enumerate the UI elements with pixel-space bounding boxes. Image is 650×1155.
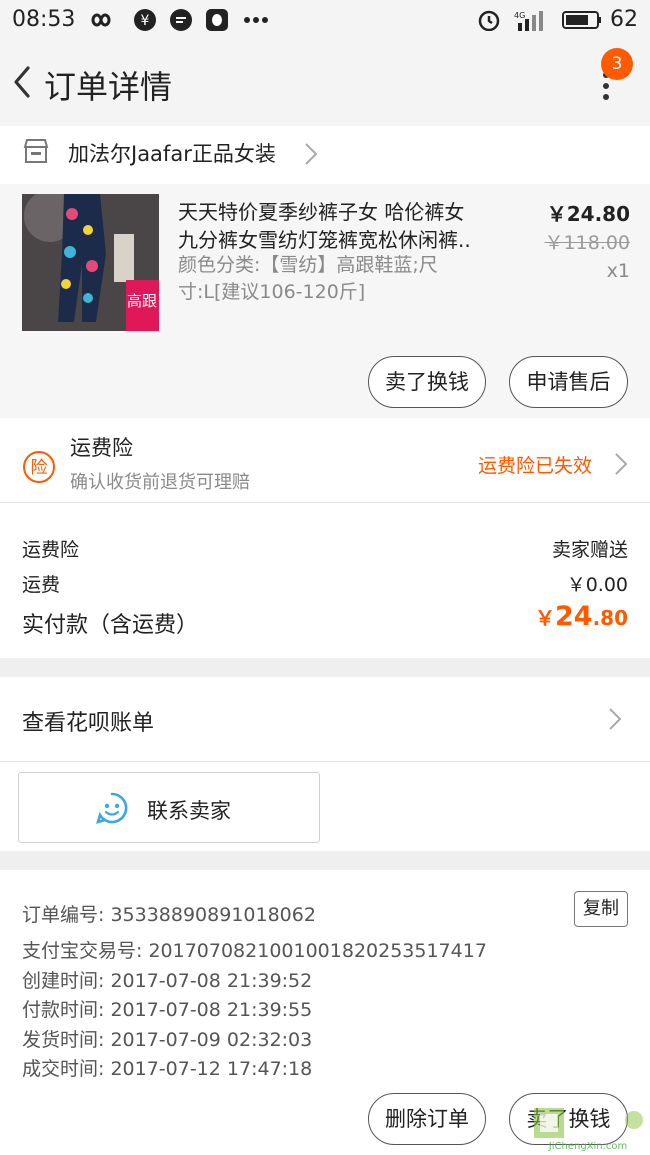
page-title: 订单详情 <box>44 68 173 106</box>
insurance-title: 运费险 <box>70 436 133 460</box>
chevron-right-icon <box>609 708 622 730</box>
status-time: 08:53 <box>12 7 76 32</box>
yuan-notify-icon: ¥ <box>134 9 156 31</box>
product-price: ￥24.80 <box>546 202 630 226</box>
status-bar: 08:53 ¥ 4G 62 <box>0 0 650 40</box>
product-title[interactable]: 天天特价夏季纱裤子女 哈伦裤女 九分裤女雪纺灯笼裤宽松休闲裤.. <box>178 198 498 254</box>
back-arrow-icon[interactable] <box>8 62 38 102</box>
site-watermark-logo: JiChengXin.com <box>534 1108 643 1152</box>
product-original-price: ￥118.00 <box>544 232 630 254</box>
product-sku: 颜色分类:【雪纺】高跟鞋蓝;尺 寸:L[建议106-120斤] <box>178 252 478 306</box>
total-value: ￥24.80 <box>535 601 628 632</box>
shipped-time: 发货时间: 2017-07-09 02:32:03 <box>22 1029 313 1051</box>
fee-insurance-value: 卖家赠送 <box>551 539 628 561</box>
insurance-icon-char: 险 <box>31 458 48 478</box>
fee-insurance-label: 运费险 <box>22 539 80 561</box>
total-label: 实付款（含运费） <box>22 613 199 638</box>
thumb-text: 高跟 <box>127 292 157 310</box>
product-image: 高跟 <box>22 194 159 331</box>
chat-face-icon <box>96 792 128 824</box>
shop-row[interactable]: 加法尔Jaafar正品女装 <box>0 126 650 184</box>
svg-text:4G: 4G <box>514 11 525 20</box>
header: 订单详情 <box>0 40 650 126</box>
total-currency: ￥ <box>534 606 555 630</box>
message-notify-icon <box>170 9 192 31</box>
battery-level: 62 <box>610 7 638 32</box>
product-title-line2: 九分裤女雪纺灯笼裤宽松休闲裤.. <box>178 228 471 252</box>
shop-name[interactable]: 加法尔Jaafar正品女装 <box>68 138 276 168</box>
sell-for-cash-button[interactable]: 卖了换钱 <box>368 356 486 408</box>
copy-button[interactable]: 复制 <box>574 891 628 927</box>
product-quantity: x1 <box>606 260 630 282</box>
alarm-icon <box>478 10 500 31</box>
contact-seller-label: 联系卖家 <box>147 799 231 823</box>
total-dec: .80 <box>592 606 628 630</box>
contact-seller-button[interactable]: 联系卖家 <box>18 772 320 843</box>
more-notify-icon <box>244 17 268 23</box>
chevron-right-icon <box>615 453 628 475</box>
contact-area: 联系卖家 <box>0 761 650 851</box>
alipay-trade-number: 支付宝交易号: 2017070821001001820253517417 <box>22 940 487 962</box>
order-info: 订单编号: 3533889089101​8062 复制 支付宝交易号: 2017… <box>0 870 650 1080</box>
fee-summary: 运费险 卖家赠送 运费 ￥0.00 实付款（含运费） ￥24.80 <box>0 502 650 658</box>
huabei-bill-row[interactable]: 查看花呗账单 <box>0 677 650 761</box>
created-time: 创建时间: 2017-07-08 21:39:52 <box>22 970 313 992</box>
fee-shipping-label: 运费 <box>22 574 61 596</box>
battery-icon <box>562 11 601 29</box>
order-number: 订单编号: 3533889089101​8062 <box>22 904 316 926</box>
infinity-icon <box>91 13 111 27</box>
product-sku-line1: 颜色分类:【雪纺】高跟鞋蓝;尺 <box>178 254 438 276</box>
product-sku-line2: 寸:L[建议106-120斤] <box>178 281 366 303</box>
qq-notify-icon <box>206 9 228 31</box>
product-item[interactable]: 高跟 天天特价夏季纱裤子女 哈伦裤女 九分裤女雪纺灯笼裤宽松休闲裤.. 颜色分类… <box>0 184 650 418</box>
delete-order-button[interactable]: 删除订单 <box>368 1093 486 1145</box>
notification-badge: 3 <box>601 48 633 80</box>
chevron-right-icon <box>305 143 318 165</box>
watermark-text: JiChengXin.com <box>548 1141 627 1152</box>
product-title-line1: 天天特价夏季纱裤子女 哈伦裤女 <box>178 200 465 224</box>
paid-time: 付款时间: 2017-07-08 21:39:55 <box>22 999 313 1021</box>
completed-time: 成交时间: 2017-07-12 17:47:18 <box>22 1058 313 1080</box>
insurance-desc: 确认收货前退货可理赔 <box>70 472 250 493</box>
shop-icon <box>23 139 49 163</box>
huabei-label[interactable]: 查看花呗账单 <box>22 705 154 737</box>
total-int: 24 <box>554 601 593 632</box>
shipping-insurance-row[interactable]: 险 运费险 确认收货前退货可理赔 运费险已失效 <box>0 418 650 502</box>
product-thumbnail[interactable]: 高跟 <box>22 194 159 331</box>
fee-shipping-value: ￥0.00 <box>566 574 628 596</box>
after-sale-button[interactable]: 申请售后 <box>509 356 628 408</box>
insurance-icon: 险 <box>23 451 55 483</box>
insurance-status[interactable]: 运费险已失效 <box>478 451 592 478</box>
signal-icon: 4G <box>514 11 543 31</box>
svg-text:¥: ¥ <box>141 13 150 29</box>
